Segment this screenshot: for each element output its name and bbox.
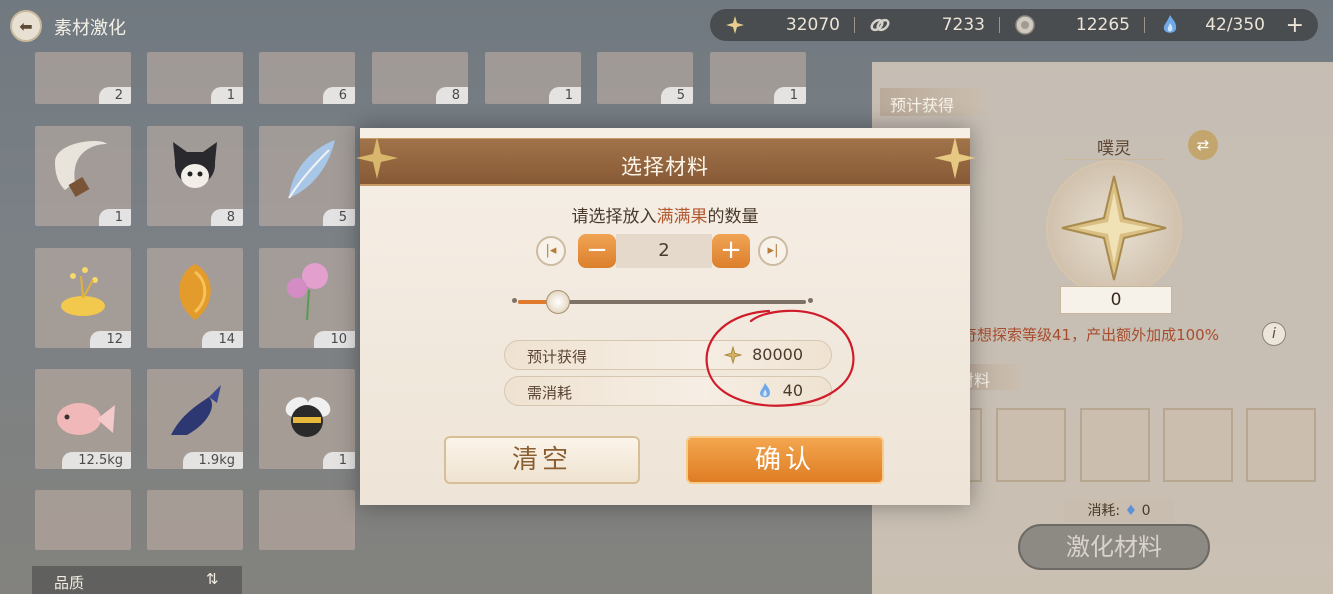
material-slot[interactable]: 1 bbox=[147, 52, 243, 104]
consume-label: 消耗: bbox=[1087, 503, 1121, 519]
material-slot-horn[interactable]: 1 bbox=[35, 126, 131, 226]
chain-link-icon bbox=[869, 14, 891, 36]
material-slot[interactable]: 6 bbox=[259, 52, 355, 104]
sparkle-star-icon bbox=[1061, 175, 1167, 281]
info-icon[interactable]: i bbox=[1262, 322, 1286, 346]
prompt-item-name: 满满果 bbox=[656, 207, 708, 227]
consume-value: 0 bbox=[1141, 503, 1151, 519]
slider-start-dot bbox=[512, 298, 517, 303]
material-slot[interactable] bbox=[35, 490, 131, 550]
material-slot[interactable]: 1 bbox=[485, 52, 581, 104]
resource-coin: 12265 bbox=[1014, 14, 1130, 36]
feather-icon bbox=[288, 140, 335, 199]
material-slot-bee[interactable]: 1 bbox=[259, 369, 355, 469]
material-slot[interactable]: 5 bbox=[597, 52, 693, 104]
clear-button[interactable]: 清空 bbox=[444, 436, 640, 484]
blue-fish-icon bbox=[171, 385, 221, 435]
material-slot-seed[interactable]: 14 bbox=[147, 248, 243, 348]
increment-button[interactable]: + bbox=[712, 234, 750, 268]
pink-flower-icon bbox=[287, 263, 328, 321]
material-slot[interactable] bbox=[259, 490, 355, 550]
material-input-slot[interactable] bbox=[996, 408, 1066, 482]
blue-flame-icon: ♦ bbox=[1124, 503, 1138, 519]
back-button[interactable]: ⬅ bbox=[10, 10, 42, 42]
dialog-header: 选择材料 bbox=[356, 137, 976, 186]
resource-flame: 42/350 bbox=[1159, 14, 1265, 36]
min-quantity-button[interactable]: |◂ bbox=[536, 236, 566, 266]
material-slot-sparkle-fruit[interactable]: 12 bbox=[35, 248, 131, 348]
resource-coin-value: 12265 bbox=[1075, 15, 1130, 35]
coin-icon bbox=[1014, 14, 1036, 36]
swap-button[interactable]: ⇄ bbox=[1188, 130, 1218, 160]
material-slot[interactable] bbox=[147, 490, 243, 550]
consume-display: 消耗: ♦ 0 bbox=[1064, 500, 1174, 522]
activate-material-button[interactable]: 激化材料 bbox=[1018, 524, 1210, 570]
slider-end-dot bbox=[808, 298, 813, 303]
material-slot-flower[interactable]: 10 bbox=[259, 248, 355, 348]
top-bar: ⬅ 素材激化 32070 7233 12265 42/350 + bbox=[0, 0, 1333, 52]
resource-star-value: 32070 bbox=[785, 15, 840, 35]
resource-chain: 7233 bbox=[869, 14, 985, 36]
pink-fish-icon bbox=[57, 403, 115, 435]
material-slot[interactable]: 8 bbox=[372, 52, 468, 104]
expected-gain-label: 预计获得 bbox=[880, 88, 992, 116]
divider bbox=[854, 17, 855, 33]
material-slot-pink-fish[interactable]: 12.5kg bbox=[35, 369, 131, 469]
blue-flame-icon bbox=[1159, 14, 1181, 36]
corner-ornament-icon bbox=[356, 137, 398, 179]
select-material-dialog: 选择材料 请选择放入满满果的数量 |◂ − 2 + ▸| 预计获得 80000 … bbox=[356, 128, 976, 505]
resource-star: 32070 bbox=[724, 14, 840, 36]
max-quantity-button[interactable]: ▸| bbox=[758, 236, 788, 266]
page-title: 素材激化 bbox=[54, 18, 126, 39]
bee-icon bbox=[285, 397, 331, 437]
sparkle-star-icon bbox=[724, 14, 746, 36]
seed-icon bbox=[179, 264, 211, 320]
material-input-slot[interactable] bbox=[1246, 408, 1316, 482]
quantity-slider-handle[interactable] bbox=[546, 290, 571, 314]
dialog-title: 选择材料 bbox=[621, 155, 709, 179]
quality-label: 品质 bbox=[54, 574, 85, 592]
material-slot[interactable]: 2 bbox=[35, 52, 131, 104]
emblem-value: 0 bbox=[1060, 286, 1172, 314]
spirit-name: 噗灵 bbox=[1064, 128, 1164, 160]
ghost-cat-icon bbox=[173, 142, 217, 188]
decrement-button[interactable]: − bbox=[578, 234, 616, 268]
quantity-stepper: − 2 + bbox=[578, 234, 750, 268]
cost-label: 需消耗 bbox=[527, 384, 573, 402]
material-input-slot[interactable] bbox=[1080, 408, 1150, 482]
expected-gain-label: 预计获得 bbox=[527, 348, 588, 366]
material-slot-ghost[interactable]: 8 bbox=[147, 126, 243, 226]
dialog-prompt: 请选择放入满满果的数量 bbox=[571, 207, 759, 227]
annotation-circle bbox=[705, 309, 855, 407]
material-slot-feather[interactable]: 5 bbox=[259, 126, 355, 226]
material-input-slot[interactable] bbox=[1163, 408, 1233, 482]
resource-flame-value: 42/350 bbox=[1205, 15, 1265, 35]
resource-bar: 32070 7233 12265 42/350 + bbox=[710, 9, 1318, 41]
divider bbox=[999, 17, 1000, 33]
bonus-text: 奇想探索等级41，产出额外加成100% bbox=[962, 326, 1219, 344]
quantity-value[interactable]: 2 bbox=[616, 234, 712, 268]
horn-icon bbox=[55, 141, 107, 198]
material-slot-blue-fish[interactable]: 1.9kg bbox=[147, 369, 243, 469]
spirit-emblem bbox=[1046, 160, 1182, 296]
add-resource-button[interactable]: + bbox=[1286, 13, 1304, 38]
sort-toggle-icon[interactable]: ⇅ bbox=[206, 570, 230, 590]
quality-filter[interactable]: 品质 ⇅ bbox=[32, 566, 242, 594]
back-arrow-icon: ⬅ bbox=[19, 16, 33, 36]
material-slot[interactable]: 1 bbox=[710, 52, 806, 104]
corner-ornament-icon bbox=[934, 137, 976, 179]
resource-chain-value: 7233 bbox=[941, 15, 985, 35]
divider bbox=[1144, 17, 1145, 33]
golden-fruit-icon bbox=[61, 267, 105, 316]
confirm-button[interactable]: 确认 bbox=[686, 436, 884, 484]
